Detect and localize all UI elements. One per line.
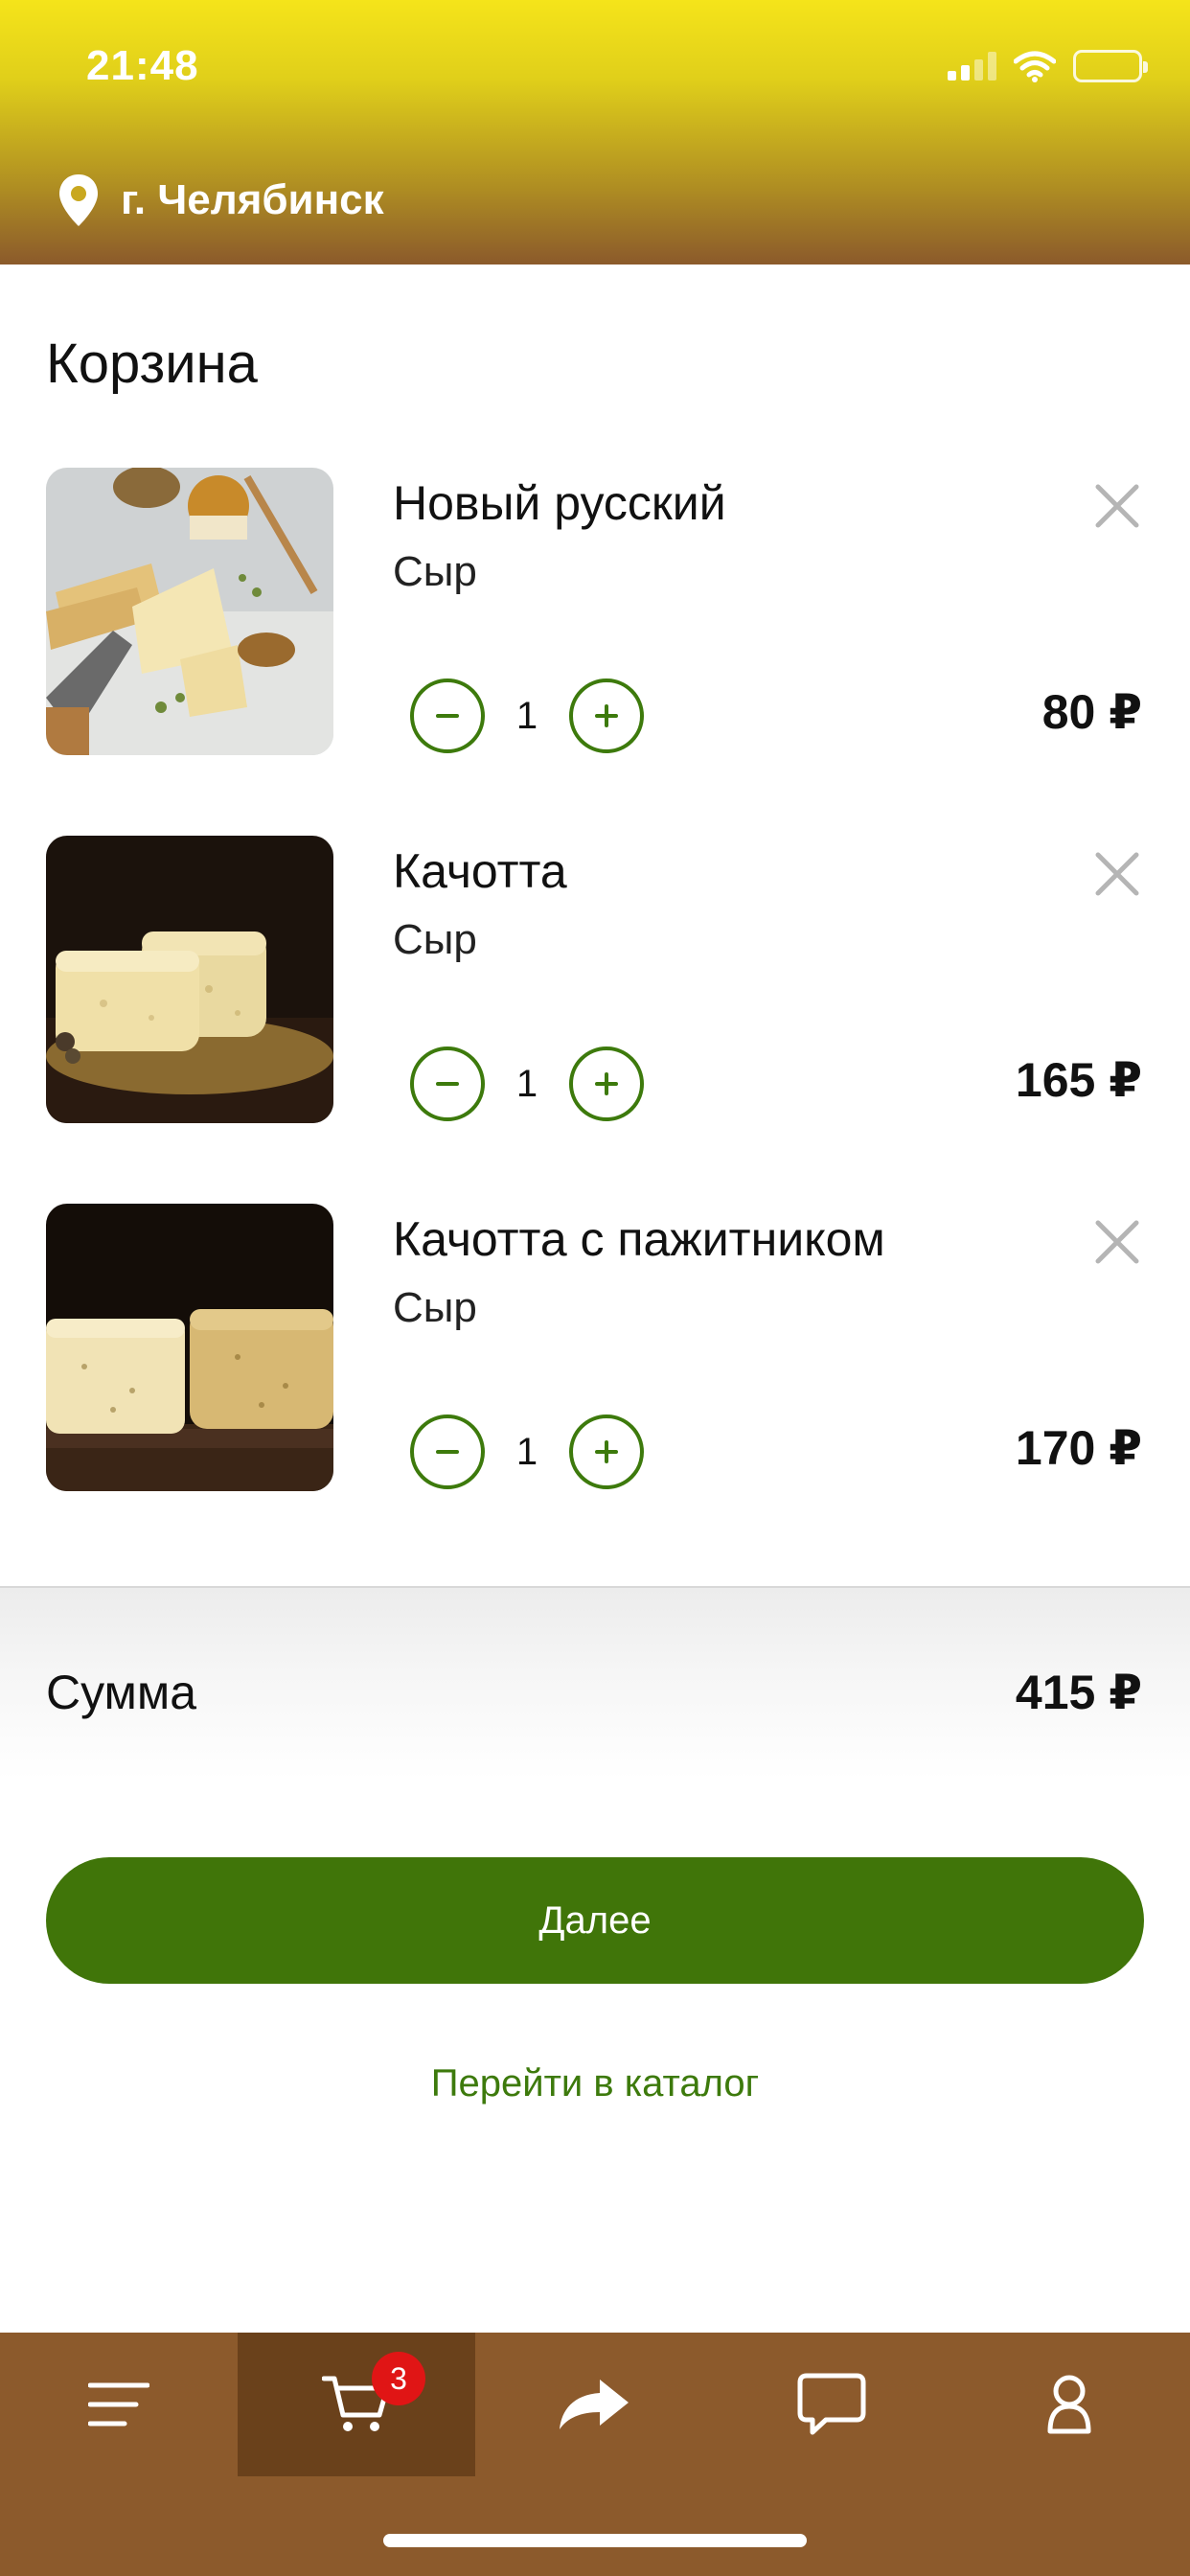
increase-button[interactable] (569, 1046, 644, 1121)
sum-label: Сумма (46, 1666, 197, 1719)
quantity-stepper: 1 (410, 678, 644, 753)
quantity-value: 1 (515, 694, 538, 737)
remove-item-button[interactable] (1092, 849, 1142, 899)
remove-item-button[interactable] (1092, 1217, 1142, 1267)
home-indicator (383, 2534, 807, 2547)
decrease-button[interactable] (410, 1046, 485, 1121)
cart-item: Качотта Сыр 1 165 ₽ (0, 836, 1190, 1133)
increase-button[interactable] (569, 1414, 644, 1489)
plus-icon (595, 1440, 618, 1463)
profile-icon (1047, 2375, 1091, 2434)
tab-cart[interactable]: 3 (238, 2333, 475, 2476)
status-time: 21:48 (86, 42, 199, 89)
decrease-button[interactable] (410, 678, 485, 753)
quantity-value: 1 (515, 1430, 538, 1473)
close-icon (1095, 1220, 1139, 1264)
remove-item-button[interactable] (1092, 481, 1142, 531)
tab-menu[interactable] (0, 2333, 238, 2476)
cart-badge: 3 (372, 2352, 425, 2405)
minus-icon (436, 1450, 459, 1454)
sum-total: 415 ₽ (1015, 1666, 1142, 1719)
header: 21:48 г. Челябинск (0, 0, 1190, 264)
location-pin-icon (59, 174, 98, 226)
minus-icon (436, 1082, 459, 1086)
tab-profile[interactable] (950, 2333, 1188, 2476)
plus-icon (595, 704, 618, 727)
status-bar: 21:48 (0, 0, 1190, 144)
status-icons (948, 50, 1148, 82)
item-name: Новый русский (393, 476, 726, 530)
increase-button[interactable] (569, 678, 644, 753)
item-name: Качотта (393, 844, 567, 898)
item-category: Сыр (393, 916, 477, 963)
share-arrow-icon (560, 2380, 629, 2429)
next-button[interactable]: Далее (46, 1857, 1144, 1984)
item-price: 165 ₽ (1015, 1053, 1142, 1107)
cart-item: Качотта с пажитником Сыр 1 170 ₽ (0, 1204, 1190, 1501)
product-image[interactable] (46, 1204, 333, 1491)
chat-icon (797, 2373, 866, 2435)
wifi-icon (1014, 51, 1056, 82)
location-text: г. Челябинск (121, 176, 384, 223)
item-price: 80 ₽ (1041, 685, 1142, 739)
battery-icon (1073, 50, 1148, 82)
decrease-button[interactable] (410, 1414, 485, 1489)
item-category: Сыр (393, 548, 477, 595)
close-icon (1095, 484, 1139, 528)
product-image[interactable] (46, 468, 333, 755)
menu-icon (88, 2382, 149, 2426)
quantity-value: 1 (515, 1062, 538, 1105)
tab-chat[interactable] (713, 2333, 950, 2476)
minus-icon (436, 714, 459, 718)
order-summary: Сумма 415 ₽ (0, 1588, 1190, 1780)
catalog-link[interactable]: Перейти в каталог (0, 2062, 1190, 2105)
item-price: 170 ₽ (1015, 1421, 1142, 1475)
plus-icon (595, 1072, 618, 1095)
location-selector[interactable]: г. Челябинск (57, 172, 384, 228)
item-name: Качотта с пажитником (393, 1212, 885, 1266)
close-icon (1095, 852, 1139, 896)
quantity-stepper: 1 (410, 1046, 644, 1121)
quantity-stepper: 1 (410, 1414, 644, 1489)
item-category: Сыр (393, 1284, 477, 1331)
cart-item: Новый русский Сыр 1 80 ₽ (0, 468, 1190, 765)
page-title: Корзина (46, 333, 258, 395)
tab-share[interactable] (475, 2333, 713, 2476)
product-image[interactable] (46, 836, 333, 1123)
signal-icon (948, 52, 996, 80)
